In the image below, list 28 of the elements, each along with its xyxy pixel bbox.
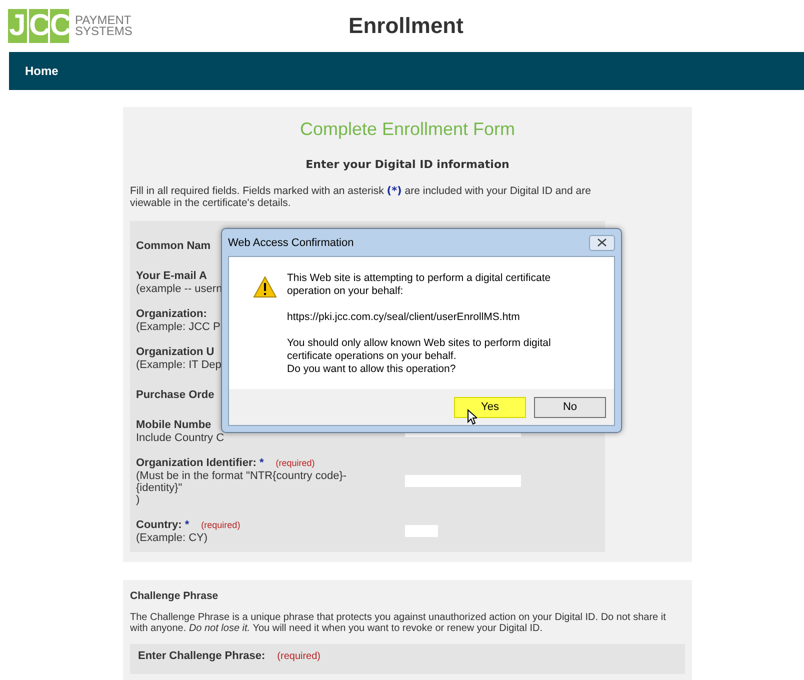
required-note: (required): [201, 519, 240, 532]
field-label: Common Nam: [136, 240, 211, 252]
form-heading: Complete Enrollment Form: [298, 119, 516, 140]
field-hint: (Example: JCC P: [136, 321, 220, 333]
dialog-warning: You should only allow known Web sites to perform digital certificate operations on your behalf. Do you want to allow this operation?: [287, 337, 552, 376]
field-label: Mobile Numbe: [136, 419, 212, 432]
required-note: (required): [277, 651, 321, 662]
required-note: (required): [276, 457, 315, 470]
field-hint: Include Country C: [136, 432, 224, 444]
field-label: Country: *: [136, 519, 190, 532]
challenge-text: The Challenge Phrase is a unique phrase that protects you against unauthorized action on your Digital ID. Do not share it with anyone. Do not lose it. You will need it when you want to revoke or renew your Digital ID.: [130, 612, 667, 634]
page-title: Enrollment: [348, 13, 464, 39]
site-url: https://pki.jcc.com.cy/seal/client/userEnrollMS.htm: [287, 311, 521, 324]
field-hint: (example -- usern: [136, 283, 222, 295]
field-hint: (Example: IT Dep: [136, 359, 222, 371]
field-label: Organization:: [136, 308, 207, 321]
instructions-text: Fill in all required fields. Fields marked with an asterisk (*) are included with your Digital ID and are viewable in the certificate's details.: [130, 185, 592, 209]
section-heading: Enter your Digital ID information: [304, 158, 510, 171]
field-label: Your E-mail A: [136, 270, 207, 283]
section-heading: Challenge Phrase: [130, 590, 220, 602]
field-label: Organization U: [136, 346, 214, 359]
field-hint: (Must be in the format "NTR{country code}- {identity}" ): [136, 470, 347, 506]
field-label: Enter Challenge Phrase:: [138, 650, 266, 662]
field-hint: (Example: CY): [136, 532, 208, 544]
dialog-message: This Web site is attempting to perform a digital certificate operation on your behalf:: [287, 272, 552, 298]
field-label: Purchase Orde: [136, 388, 214, 402]
field-label: Organization Identifier: *: [136, 457, 264, 470]
dialog-title: Web Access Confirmation: [228, 236, 354, 248]
